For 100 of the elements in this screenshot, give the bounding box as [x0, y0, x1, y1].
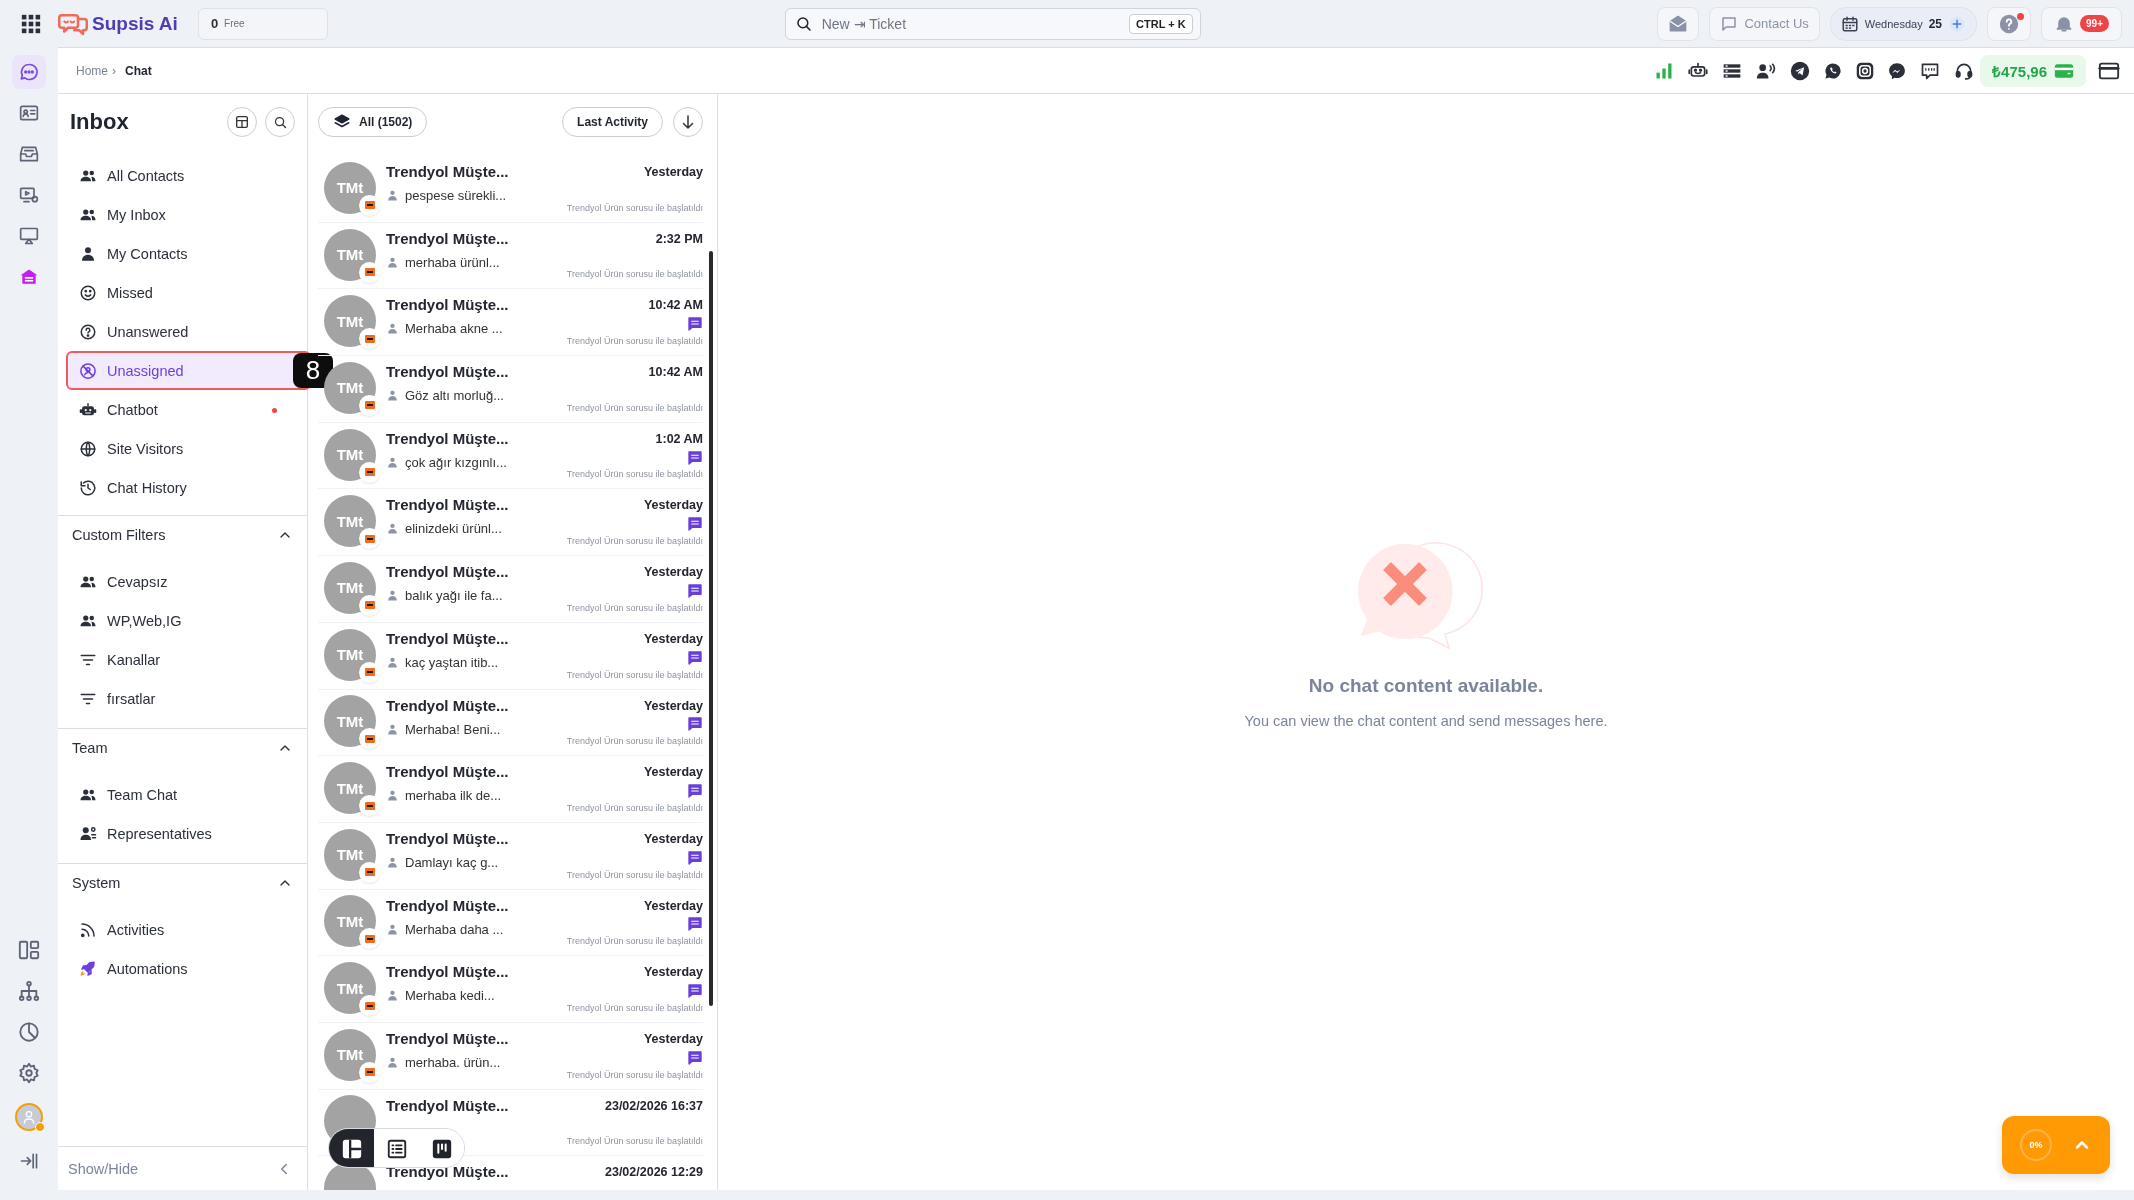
- contact-name: Trendyol Müşte...: [386, 696, 510, 714]
- contact-name: Trendyol Müşte...: [386, 1096, 510, 1114]
- message-time: 10:42 AM: [648, 298, 703, 313]
- conversation-source: Trendyol Ürün sorusu ile başlatıldı: [566, 469, 703, 480]
- message-time: Yesterday: [643, 631, 703, 646]
- message-preview: balık yağı ile fa...: [405, 588, 503, 604]
- conversation-row[interactable]: TMt Trendyol Müşte... Damlayı kaç g... Yesterday Trendyol Ürün sorusu ile başlatıldı: [318, 822, 703, 890]
- nav-item[interactable]: My Contacts: [66, 234, 297, 273]
- message-preview: kaç yaştan itib...: [405, 654, 499, 670]
- message-time: Yesterday: [643, 898, 703, 913]
- nav-item[interactable]: Chatbot: [66, 390, 297, 429]
- breadcrumb-link[interactable]: Home: [76, 63, 108, 78]
- nav-item[interactable]: WP,Web,IG: [66, 601, 297, 640]
- show-hide-toggle[interactable]: Show/Hide: [58, 1146, 307, 1190]
- message-time: Yesterday: [643, 498, 703, 513]
- message-preview: Merhaba daha ...: [405, 921, 504, 937]
- nav-item[interactable]: Activities: [66, 910, 297, 949]
- nav-item[interactable]: Chat History: [66, 468, 297, 507]
- contact-name: Trendyol Müşte...: [386, 563, 510, 581]
- conversation-source: Trendyol Ürün sorusu ile başlatıldı: [566, 1002, 703, 1013]
- nav-item[interactable]: Kanallar: [66, 640, 297, 679]
- sort-button[interactable]: Last Activity: [562, 107, 663, 137]
- conversation-row[interactable]: TMt Trendyol Müşte... merhaba ilk de... Yesterday Trendyol Ürün sorusu ile başlatıldı: [318, 756, 703, 823]
- notifications-button[interactable]: 99+: [2041, 6, 2122, 41]
- section-header[interactable]: Custom Filters: [58, 516, 307, 554]
- message-time: 1:02 AM: [655, 431, 703, 446]
- message-preview: Merhaba akne ...: [405, 321, 503, 337]
- credits-label: Free: [224, 18, 245, 29]
- empty-title: No chat content available.: [1308, 674, 1544, 697]
- balance-amount: ₺475,96: [1992, 61, 2047, 81]
- contact-name: Trendyol Müşte...: [386, 296, 510, 314]
- conversation-row[interactable]: TMt Trendyol Müşte... kaç yaştan itib... Yesterday Trendyol Ürün sorusu ile başlatıldı: [318, 622, 703, 690]
- contact-name: Trendyol Müşte...: [386, 629, 510, 647]
- weekday: Wednesday: [1864, 17, 1923, 30]
- conversation-row[interactable]: TMt Trendyol Müşte... Merhaba! Beni... Yesterday Trendyol Ürün sorusu ile başlatıldı: [318, 689, 703, 757]
- message-time: Yesterday: [643, 165, 703, 179]
- nav-item[interactable]: Representatives: [66, 814, 297, 853]
- conversation-row[interactable]: TMt Trendyol Müşte... merhaba ürünl... 2:32 PM Trendyol Ürün sorusu ile başlatıldı: [318, 222, 703, 290]
- inbox-title: Inbox: [70, 109, 130, 135]
- conversation-row[interactable]: TMt Trendyol Müşte... Göz altı morluğ... 10:42 AM Trendyol Ürün sorusu ile başlatıldı: [318, 356, 703, 423]
- conversation-row[interactable]: TMt Trendyol Müşte... Merhaba daha ... Yesterday Trendyol Ürün sorusu ile başlatıldı: [318, 889, 703, 957]
- nav-item[interactable]: fırsatlar: [66, 679, 297, 718]
- contact-name: Trendyol Müşte...: [386, 363, 510, 381]
- contact-name: Trendyol Müşte...: [386, 963, 510, 981]
- message-time: Yesterday: [643, 831, 703, 846]
- conversation-source: Trendyol Ürün sorusu ile başlatıldı: [566, 402, 703, 413]
- nav-item[interactable]: Site Visitors: [66, 429, 297, 468]
- section-title: Team: [72, 740, 109, 756]
- nav-item[interactable]: Unanswered: [66, 312, 297, 351]
- message-preview: elinizdeki ürünl...: [405, 521, 502, 537]
- section-title: Custom Filters: [72, 527, 167, 543]
- message-time: Yesterday: [643, 698, 703, 713]
- conversation-row[interactable]: TMt Trendyol Müşte... Merhaba akne ... 10:42 AM Trendyol Ürün sorusu ile başlatıldı: [318, 289, 703, 357]
- contact-name: Trendyol Müşte...: [386, 896, 510, 914]
- conversation-row[interactable]: TMt Trendyol Müşte... merhaba. ürün... Yesterday Trendyol Ürün sorusu ile başlatıldı: [318, 1022, 703, 1090]
- conversation-source: Trendyol Ürün sorusu ile başlatıldı: [566, 669, 703, 680]
- section-header[interactable]: System: [58, 864, 307, 902]
- conversation-row[interactable]: TMt Trendyol Müşte... çok ağır kızgınlı... 1:02 AM Trendyol Ürün sorusu ile başlatıldı: [318, 422, 703, 490]
- empty-description: You can view the chat content and send messages here.: [1244, 712, 1608, 729]
- conversation-source: Trendyol Ürün sorusu ile başlatıldı: [566, 269, 703, 280]
- message-time: 23/02/2026 16:37: [605, 1098, 703, 1113]
- nav-item[interactable]: Team Chat: [66, 775, 297, 814]
- message-time: Yesterday: [643, 565, 703, 580]
- contact-name: Trendyol Müşte...: [386, 429, 510, 447]
- conversation-source: Trendyol Ürün sorusu ile başlatıldı: [566, 602, 703, 613]
- breadcrumb-separator: ›: [112, 63, 116, 78]
- conversation-row[interactable]: TMt Trendyol Müşte... elinizdeki ürünl... Yesterday Trendyol Ürün sorusu ile başlatıldı: [318, 489, 703, 557]
- breadcrumb-current: Chat: [125, 63, 152, 78]
- nav-item[interactable]: Cevapsız: [66, 562, 297, 601]
- conversation-row[interactable]: TMt Trendyol Müşte... Merhaba kedi... Yesterday Trendyol Ürün sorusu ile başlatıldı: [318, 956, 703, 1023]
- conversation-row[interactable]: TMt Trendyol Müşte... pespese sürekli... Yesterday Trendyol Ürün sorusu ile başlatıldı: [318, 156, 703, 223]
- nav-item[interactable]: All Contacts: [66, 156, 297, 195]
- progress-ring: 0%: [2020, 1129, 2052, 1161]
- conversation-source: Trendyol Ürün sorusu ile başlatıldı: [566, 869, 703, 880]
- conversation-source: Trendyol Ürün sorusu ile başlatıldı: [566, 202, 703, 213]
- conversation-source: Trendyol Ürün sorusu ile başlatıldı: [566, 802, 703, 813]
- conversation-source: Trendyol Ürün sorusu ile başlatıldı: [566, 1069, 703, 1080]
- contact-name: Trendyol Müşte...: [386, 229, 510, 247]
- section-header[interactable]: Team: [58, 729, 307, 767]
- message-time: 23/02/2026 12:29: [605, 1165, 703, 1180]
- message-preview: Damlayı kaç g...: [405, 854, 499, 870]
- message-time: 2:32 PM: [655, 231, 703, 246]
- message-preview: Merhaba! Beni...: [405, 721, 501, 737]
- message-preview: merhaba ilk de...: [405, 788, 502, 804]
- nav-item[interactable]: Missed: [66, 273, 297, 312]
- conversation-source: Trendyol Ürün sorusu ile başlatıldı: [566, 736, 703, 747]
- message-time: 10:42 AM: [648, 365, 703, 380]
- conversation-row[interactable]: TMt Trendyol Müşte... balık yağı ile fa... Yesterday Trendyol Ürün sorusu ile başlatıldı: [318, 556, 703, 623]
- message-preview: Merhaba kedi...: [405, 988, 495, 1004]
- nav-item[interactable]: Automations: [66, 949, 297, 988]
- filter-button[interactable]: All (1502): [318, 107, 428, 137]
- notification-count: 99+: [2080, 15, 2109, 32]
- logo-text: Supsis Ai: [92, 12, 178, 35]
- shortcut-hint: CTRL + K: [1129, 13, 1193, 34]
- conversation-source: Trendyol Ürün sorusu ile başlatıldı: [566, 536, 703, 547]
- contact-name: Trendyol Müşte...: [386, 829, 510, 847]
- credits-count: 0: [210, 16, 219, 31]
- contact-name: Trendyol Müşte...: [386, 1029, 510, 1047]
- message-preview: çok ağır kızgınlı...: [405, 454, 507, 470]
- nav-item[interactable]: My Inbox: [66, 195, 297, 234]
